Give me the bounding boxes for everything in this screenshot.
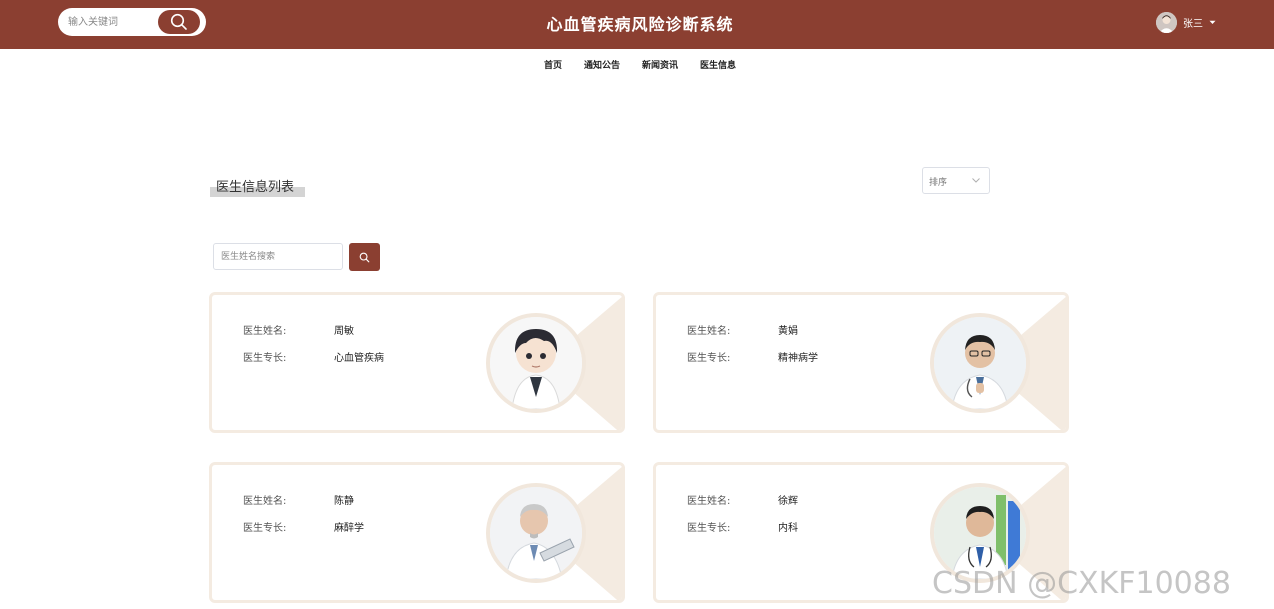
section-header: 医生信息列表 [210, 176, 305, 197]
username: 张三 [1183, 18, 1203, 30]
doctor-specialty-label: 医生专长: [687, 523, 731, 534]
doctor-specialty: 心血管疾病 [334, 353, 384, 364]
doctor-name-label: 医生姓名: [243, 496, 287, 507]
doctor-name-search-button[interactable] [349, 243, 380, 271]
doctor-specialty: 精神病学 [778, 353, 818, 364]
doctor-card[interactable]: 医生姓名: 黄娟 医生专长: 精神病学 [653, 292, 1069, 433]
doctor-name: 黄娟 [778, 326, 798, 337]
doctor-photo-glasses-icon [934, 317, 1026, 409]
doctor-photo-clipboard-icon [490, 487, 582, 579]
sort-select[interactable]: 排序 [922, 167, 990, 194]
nav-announcements[interactable]: 通知公告 [584, 58, 620, 71]
avatar [1156, 11, 1177, 33]
doctor-card[interactable]: 医生姓名: 陈静 医生专长: 麻醉学 [209, 462, 625, 603]
doctor-specialty-label: 医生专长: [687, 353, 731, 364]
user-menu[interactable]: 张三 [1156, 11, 1216, 33]
watermark: CSDN @CXKF10088 [932, 566, 1231, 601]
doctor-specialty-label: 医生专长: [243, 523, 287, 534]
search-icon [359, 252, 370, 262]
doctor-specialty: 麻醉学 [334, 523, 364, 534]
top-header: 心血管疾病风险诊断系统 张三 [0, 0, 1274, 49]
doctor-name-label: 医生姓名: [687, 326, 731, 337]
chevron-down-icon [972, 178, 980, 183]
page-title: 医生信息列表 [216, 180, 295, 195]
doctor-photo [486, 313, 586, 413]
doctor-specialty: 内科 [778, 523, 798, 534]
doctor-name-label: 医生姓名: [687, 496, 731, 507]
doctor-name: 徐辉 [778, 496, 798, 507]
doctor-specialty-label: 医生专长: [243, 353, 287, 364]
nav-home[interactable]: 首页 [544, 58, 562, 71]
doctor-card[interactable]: 医生姓名: 周敏 医生专长: 心血管疾病 [209, 292, 625, 433]
nav-doctor-info[interactable]: 医生信息 [700, 58, 736, 71]
cartoon-doctor-avatar-icon [490, 317, 582, 409]
sort-select-value: 排序 [929, 178, 948, 188]
doctor-photo [930, 313, 1030, 413]
main-nav: 首页 通知公告 新闻资讯 医生信息 [0, 58, 1274, 71]
user-avatar-icon [1156, 11, 1177, 33]
dropdown-caret-icon [1209, 20, 1216, 24]
site-title: 心血管疾病风险诊断系统 [546, 15, 734, 34]
doctor-name-label: 医生姓名: [243, 326, 287, 337]
doctor-name-search-input[interactable] [213, 243, 343, 270]
doctor-name: 陈静 [334, 496, 354, 507]
doctor-photo [486, 483, 586, 583]
nav-news[interactable]: 新闻资讯 [642, 58, 678, 71]
doctor-name: 周敏 [334, 326, 354, 337]
